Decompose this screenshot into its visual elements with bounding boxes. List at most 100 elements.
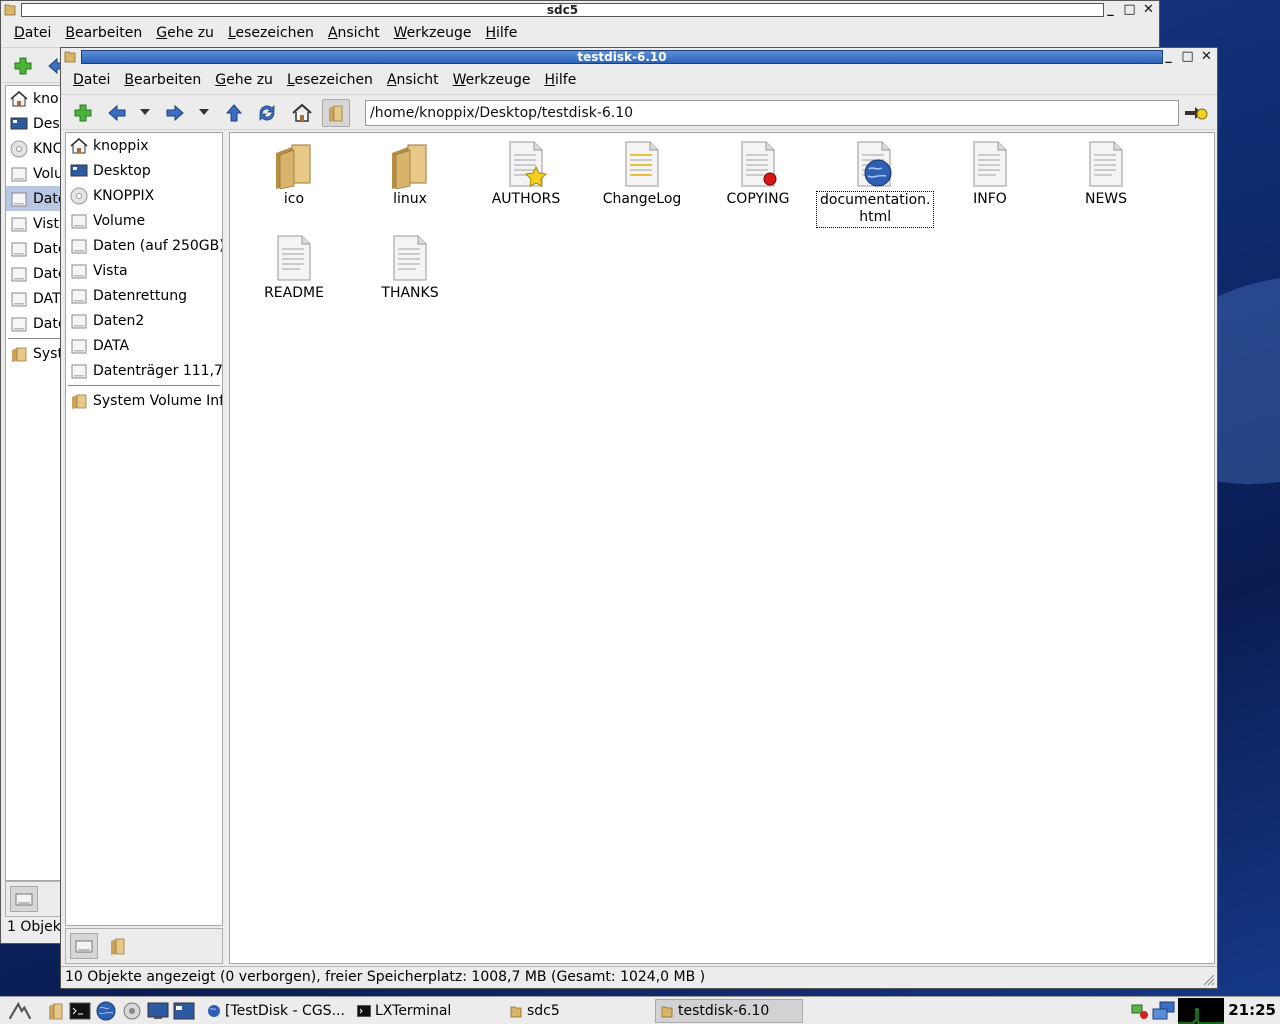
browser-launcher-icon[interactable]	[94, 1000, 118, 1022]
front-window-titlebar[interactable]: testdisk-6.10 _ □ ✕	[61, 48, 1217, 66]
task-label: testdisk-6.10	[678, 1003, 770, 1019]
up-button[interactable]	[220, 99, 248, 127]
file-item[interactable]: ico	[236, 139, 352, 208]
back-sidebar-item[interactable]: DAT	[6, 286, 62, 311]
file-item[interactable]: documentation. html	[816, 139, 935, 228]
back-history-dropdown[interactable]	[138, 101, 152, 123]
sidebar-item-data[interactable]: DATA	[66, 333, 222, 358]
forward-button[interactable]	[161, 99, 189, 127]
sidebar-item-daten2[interactable]: Daten2	[66, 308, 222, 333]
menu-werkzeuge[interactable]: Werkzeuge	[446, 72, 538, 88]
back-menu-hilfe[interactable]: Hilfe	[478, 25, 524, 41]
terminal-launcher-icon[interactable]	[68, 1000, 92, 1022]
file-name: AUTHORS	[491, 191, 561, 207]
minimize-icon[interactable]: _	[1160, 49, 1177, 65]
minimize-icon[interactable]: _	[1102, 2, 1119, 18]
close-icon[interactable]: ✕	[1140, 2, 1157, 18]
task-sdc5[interactable]: sdc5	[504, 999, 652, 1023]
new-tab-button[interactable]	[69, 99, 97, 127]
sidebar-item-knoppix[interactable]: knoppix	[66, 133, 222, 158]
sidebar-item-datentr-ger-111-7[interactable]: Datenträger 111,7	[66, 358, 222, 383]
back-sidebar-item[interactable]: kno	[6, 86, 62, 111]
file-name: COPYING	[726, 191, 790, 207]
location-input[interactable]: /home/knoppix/Desktop/testdisk-6.10	[365, 100, 1179, 126]
back-sidebar-item[interactable]: Syst	[6, 341, 62, 366]
front-toolbar: /home/knoppix/Desktop/testdisk-6.10	[61, 94, 1217, 130]
sidebar-bookmark-system-volume-info[interactable]: System Volume Info	[66, 388, 222, 413]
back-menu-werkzeuge[interactable]: Werkzeuge	[387, 25, 479, 41]
close-icon[interactable]: ✕	[1198, 49, 1215, 65]
back-button[interactable]	[103, 99, 131, 127]
back-menu-lesezeichen[interactable]: Lesezeichen	[221, 25, 321, 41]
file-item[interactable]: INFO	[932, 139, 1048, 208]
sidebar-item-vista[interactable]: Vista	[66, 258, 222, 283]
network-settings-icon[interactable]	[120, 1000, 144, 1022]
home-button[interactable]	[288, 99, 316, 127]
back-sidebar-item[interactable]: Des	[6, 111, 62, 136]
forward-history-dropdown[interactable]	[197, 101, 211, 123]
file-item[interactable]: ChangeLog	[584, 139, 700, 208]
task-label: sdc5	[527, 1003, 560, 1019]
file-item[interactable]: AUTHORS	[468, 139, 584, 208]
back-window-titlebar[interactable]: sdc5 _ □ ✕	[1, 1, 1159, 19]
back-menu-ansicht[interactable]: Ansicht	[321, 25, 387, 41]
network-connections-icon[interactable]	[1152, 1000, 1176, 1022]
sidebar-item-label: kno	[33, 90, 59, 107]
file-item[interactable]: NEWS	[1048, 139, 1164, 208]
menu-lesezeichen[interactable]: Lesezeichen	[280, 72, 380, 88]
menu-datei[interactable]: Datei	[66, 72, 117, 88]
file-item[interactable]: README	[236, 233, 352, 302]
task-testdisk-folder[interactable]: testdisk-6.10	[655, 999, 803, 1023]
maximize-icon[interactable]: □	[1121, 2, 1138, 18]
back-sidebar-item[interactable]: Vista	[6, 211, 62, 236]
front-file-manager-window[interactable]: testdisk-6.10 _ □ ✕ Datei Bearbeiten Geh…	[60, 47, 1218, 989]
places-tab[interactable]	[70, 933, 98, 959]
directory-tree-tab[interactable]	[104, 933, 132, 959]
sidebar-item-datenrettung[interactable]: Datenrettung	[66, 283, 222, 308]
desktop-switcher-icon[interactable]	[172, 1000, 196, 1022]
file-item[interactable]: THANKS	[352, 233, 468, 302]
new-tab-button[interactable]	[9, 52, 37, 80]
home-icon	[69, 137, 89, 155]
back-sidebar-item[interactable]: KNO	[6, 136, 62, 161]
resize-grip-icon[interactable]	[1201, 972, 1215, 986]
go-button[interactable]	[1182, 99, 1210, 127]
back-sidebar-item[interactable]: Volu	[6, 161, 62, 186]
file-view[interactable]: ico linux AUTHORS ChangeLog COPYING documenta…	[229, 132, 1215, 964]
sidebar-item-knoppix[interactable]: KNOPPIX	[66, 183, 222, 208]
menu-gehe-zu[interactable]: Gehe zu	[208, 72, 280, 88]
status-bar: 10 Objekte angezeigt (0 verborgen), frei…	[61, 966, 1217, 988]
start-menu-icon[interactable]	[8, 1000, 32, 1022]
task-testdisk-browser[interactable]: [TestDisk - CGS...	[202, 999, 350, 1023]
back-sidebar-item[interactable]: Date	[6, 236, 62, 261]
sidebar-item-label: Syst	[33, 345, 63, 362]
menu-bearbeiten[interactable]: Bearbeiten	[117, 72, 208, 88]
file-item[interactable]: linux	[352, 139, 468, 208]
sidebar-item-volume[interactable]: Volume	[66, 208, 222, 233]
back-menu-bearbeiten[interactable]: Bearbeiten	[58, 25, 149, 41]
file-manager-launcher-icon[interactable]	[44, 1000, 68, 1022]
back-sidebar-item[interactable]: Date	[6, 186, 62, 211]
sidebar-item-daten-auf-250gb[interactable]: Daten (auf 250GB)	[66, 233, 222, 258]
show-desktop-icon[interactable]	[146, 1000, 170, 1022]
reload-button[interactable]	[253, 99, 281, 127]
text-document-icon	[386, 233, 434, 283]
back-menu-gehe-zu[interactable]: Gehe zu	[149, 25, 221, 41]
path-mode-toggle[interactable]	[322, 99, 350, 127]
desktop-icon	[9, 115, 29, 133]
folder-icon	[69, 392, 89, 410]
drive-icon	[69, 237, 89, 255]
back-sidebar-item[interactable]: Date	[6, 261, 62, 286]
back-menu-datei[interactable]: Datei	[7, 25, 58, 41]
file-item[interactable]: COPYING	[700, 139, 816, 208]
sidebar-item-desktop[interactable]: Desktop	[66, 158, 222, 183]
drive-icon	[69, 362, 89, 380]
network-status-icon[interactable]	[1128, 1000, 1152, 1022]
task-lxterminal[interactable]: LXTerminal	[352, 999, 500, 1023]
cdrom-icon	[9, 140, 29, 158]
back-sidebar-item[interactable]: Date	[6, 311, 62, 336]
menu-hilfe[interactable]: Hilfe	[537, 72, 583, 88]
places-tab[interactable]	[10, 886, 38, 912]
maximize-icon[interactable]: □	[1179, 49, 1196, 65]
menu-ansicht[interactable]: Ansicht	[380, 72, 446, 88]
